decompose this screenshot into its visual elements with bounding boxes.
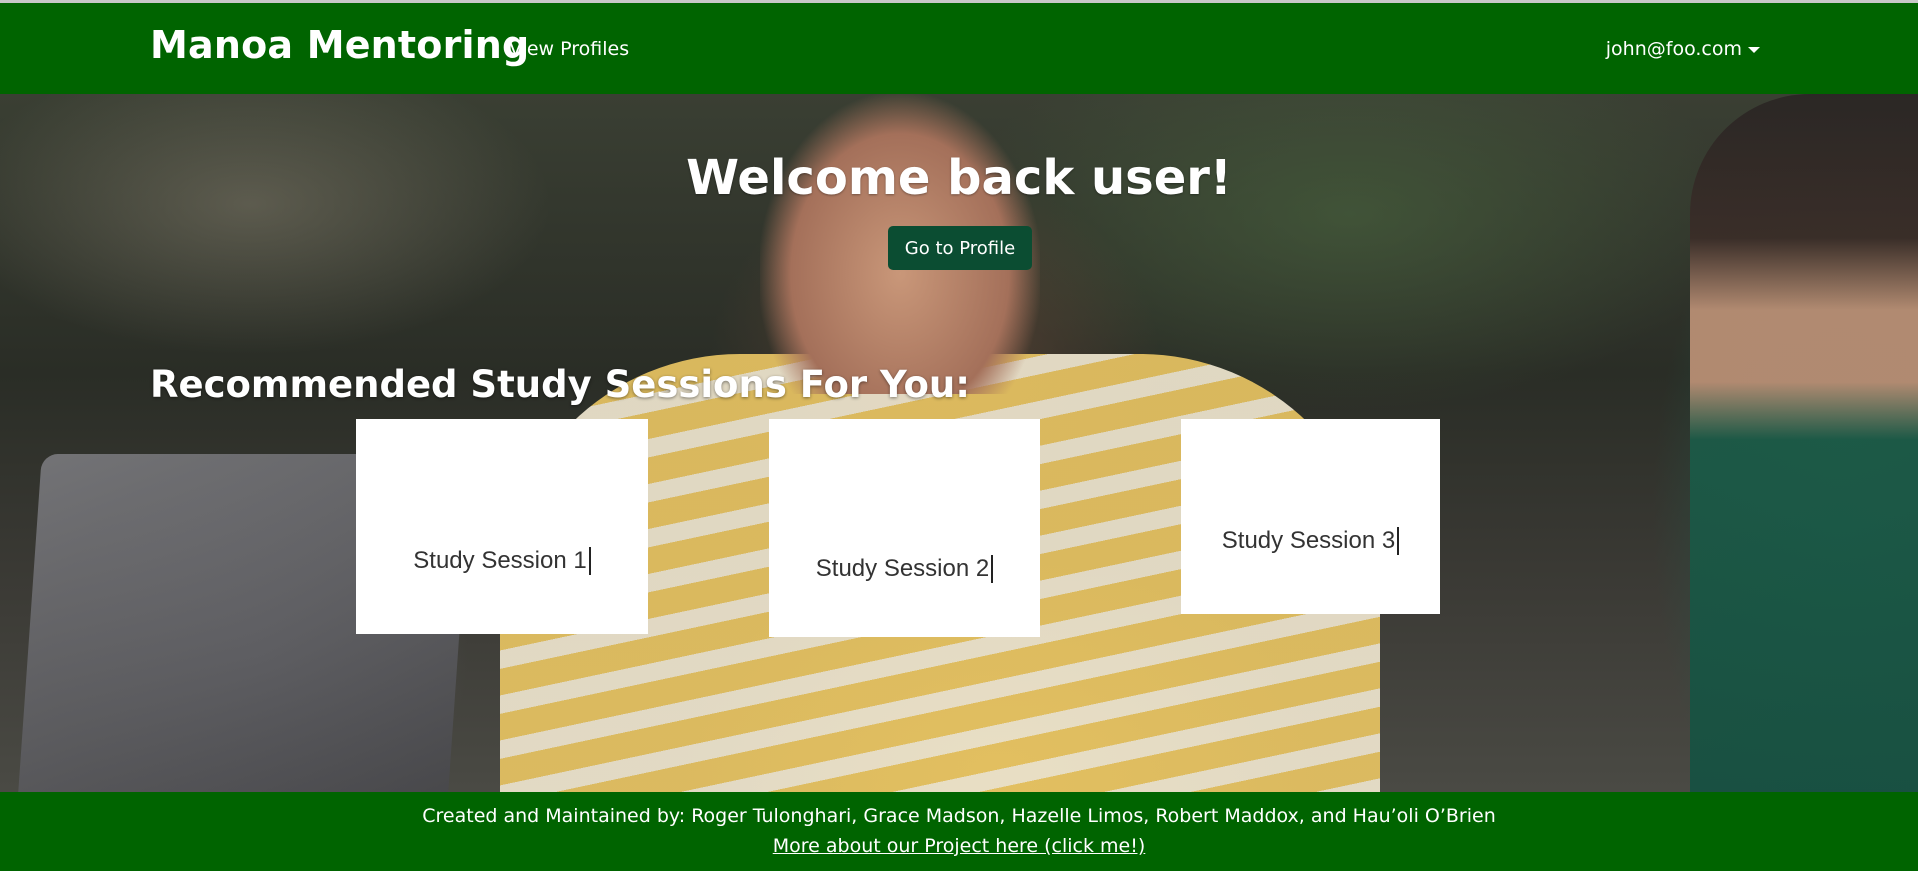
go-to-profile-button[interactable]: Go to Profile [888,226,1032,270]
project-info-link[interactable]: More about our Project here (click me!) [0,835,1918,857]
text-cursor [991,555,994,583]
footer-credits: Created and Maintained by: Roger Tulongh… [422,805,1496,827]
study-session-title: Study Session 2 [815,555,990,582]
study-session-title: Study Session 1 [413,547,587,574]
study-session-title: Study Session 3 [1221,526,1396,554]
user-email-label: john@foo.com [1605,38,1742,60]
recommended-sessions-heading: Recommended Study Sessions For You: [150,363,970,406]
study-session-card[interactable]: Study Session 2 [769,419,1040,637]
top-navbar: Manoa Mentoring View Profiles john@foo.c… [0,3,1918,94]
welcome-heading: Welcome back user! [686,150,1232,206]
text-cursor [588,547,591,575]
text-cursor [1397,526,1400,555]
nav-link-view-profiles[interactable]: View Profiles [509,38,629,60]
caret-down-icon [1748,47,1760,53]
brand-logo-link[interactable]: Manoa Mentoring [150,23,529,67]
study-session-card[interactable]: Study Session 3 [1181,419,1440,614]
user-dropdown[interactable]: john@foo.com [1606,38,1760,60]
study-session-card[interactable]: Study Session 1 [356,419,648,634]
page-footer: Created and Maintained by: Roger Tulongh… [0,792,1918,871]
